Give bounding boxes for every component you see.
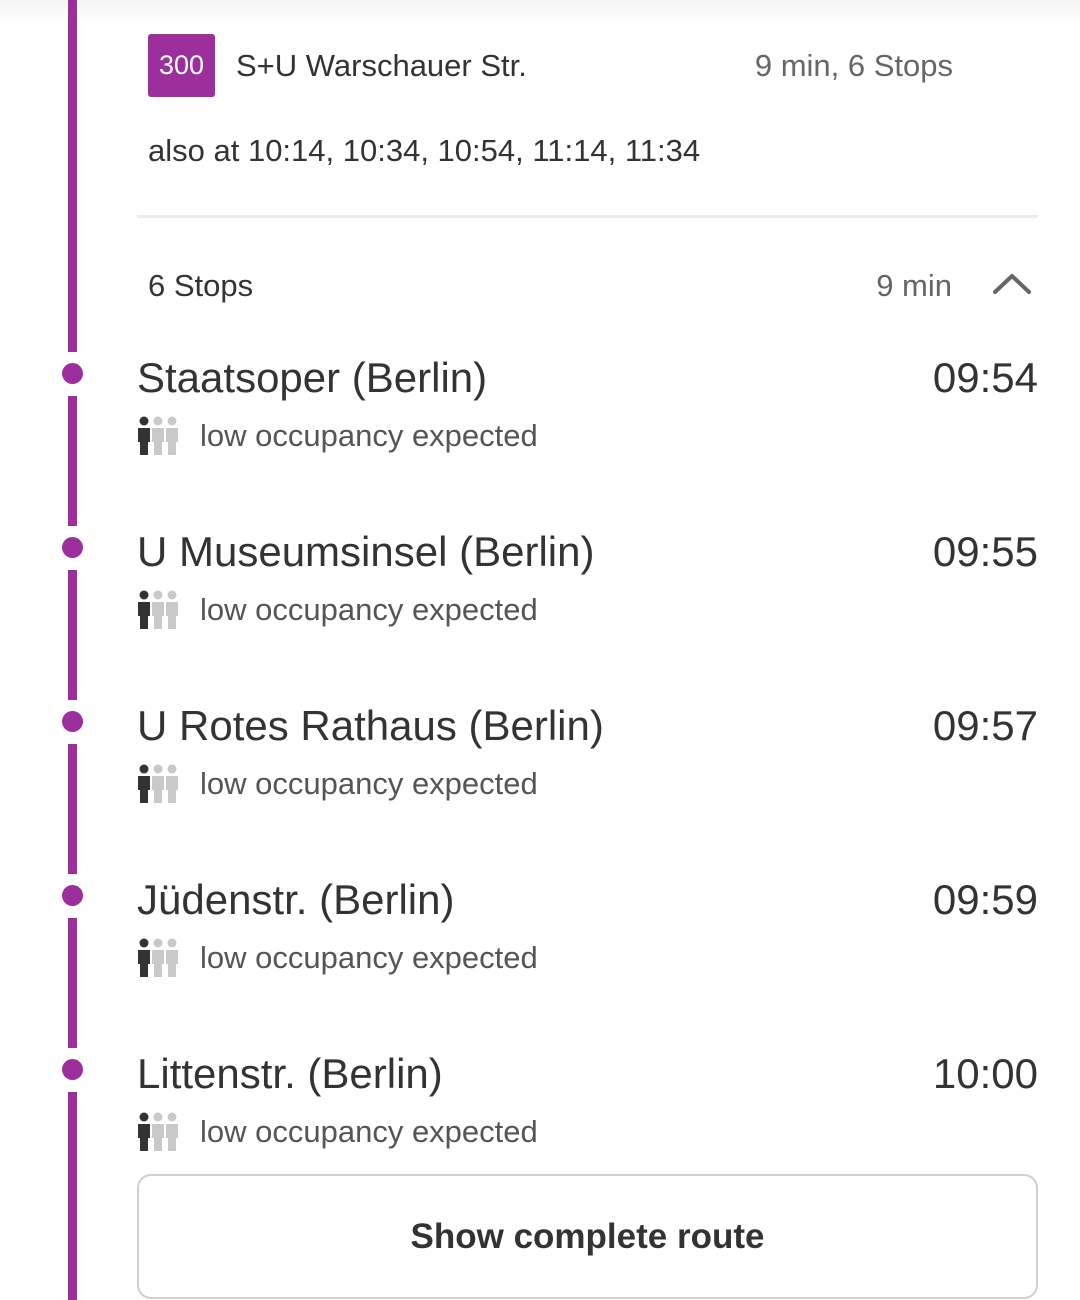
stop-time: 09:54 bbox=[932, 354, 1038, 401]
stop-time: 09:59 bbox=[932, 876, 1038, 923]
stop-name: U Rotes Rathaus (Berlin) bbox=[137, 702, 604, 749]
stops-count: 6 Stops bbox=[148, 268, 254, 303]
route-line bbox=[68, 0, 77, 352]
stop-row: U Rotes Rathaus (Berlin) 09:57 low occup… bbox=[137, 698, 1038, 818]
stop-time: 09:55 bbox=[932, 528, 1038, 575]
top-fade bbox=[0, 0, 1080, 22]
route-line bbox=[68, 744, 77, 874]
route-line bbox=[68, 918, 77, 1048]
stop-name: Littenstr. (Berlin) bbox=[137, 1050, 443, 1097]
occupancy-label: low occupancy expected bbox=[200, 418, 538, 453]
line-badge: 300 bbox=[148, 34, 215, 97]
stop-row: Staatsoper (Berlin) 09:54 low occupancy … bbox=[137, 350, 1038, 470]
stop-name: Jüdenstr. (Berlin) bbox=[137, 876, 455, 923]
occupancy-low-icon bbox=[138, 764, 178, 803]
stop-dot bbox=[62, 363, 83, 384]
route-line bbox=[68, 1092, 77, 1300]
trip-summary: 9 min, 6 Stops bbox=[754, 48, 953, 83]
destination-label: S+U Warschauer Str. bbox=[236, 48, 527, 83]
route-line bbox=[68, 570, 77, 700]
stop-name: U Museumsinsel (Berlin) bbox=[137, 528, 595, 575]
stops-duration: 9 min bbox=[876, 268, 952, 303]
route-line bbox=[68, 396, 77, 526]
stop-time: 10:00 bbox=[932, 1050, 1038, 1097]
also-at-times: also at 10:14, 10:34, 10:54, 11:14, 11:3… bbox=[148, 133, 701, 168]
occupancy-label: low occupancy expected bbox=[200, 766, 538, 801]
occupancy-low-icon bbox=[138, 416, 178, 455]
divider bbox=[137, 215, 1038, 218]
stop-time: 09:57 bbox=[932, 702, 1038, 749]
occupancy-label: low occupancy expected bbox=[200, 940, 538, 975]
stop-name: Staatsoper (Berlin) bbox=[137, 354, 488, 401]
occupancy-low-icon bbox=[138, 938, 178, 977]
occupancy-low-icon bbox=[138, 590, 178, 629]
stop-dot bbox=[62, 1059, 83, 1080]
occupancy-label: low occupancy expected bbox=[200, 592, 538, 627]
stops-toggle[interactable]: 6 Stops 9 min bbox=[137, 258, 1038, 314]
trip-header: 300 S+U Warschauer Str. 9 min, 6 Stops bbox=[148, 34, 953, 97]
stop-dot bbox=[62, 711, 83, 732]
stop-row: Littenstr. (Berlin) 10:00 low occupancy … bbox=[137, 1046, 1038, 1166]
occupancy-low-icon bbox=[138, 1112, 178, 1151]
stop-dot bbox=[62, 885, 83, 906]
stop-dot bbox=[62, 537, 83, 558]
show-complete-route-button[interactable]: Show complete route bbox=[137, 1174, 1038, 1299]
occupancy-label: low occupancy expected bbox=[200, 1114, 538, 1149]
stop-row: U Museumsinsel (Berlin) 09:55 low occupa… bbox=[137, 524, 1038, 644]
chevron-up-icon[interactable] bbox=[992, 270, 1032, 296]
stop-row: Jüdenstr. (Berlin) 09:59 low occupancy e… bbox=[137, 872, 1038, 992]
